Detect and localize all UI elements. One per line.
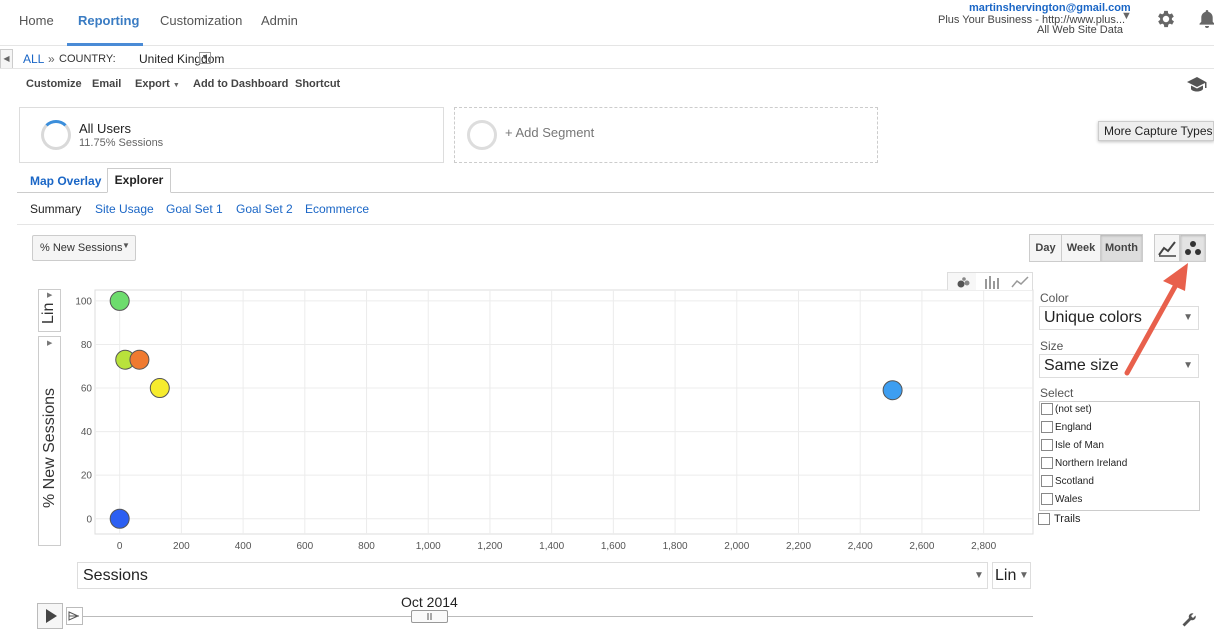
x-scale-caret-icon: ▼: [1019, 570, 1029, 581]
data-point[interactable]: [882, 380, 903, 401]
x-tick-label: 1,200: [477, 541, 502, 552]
speed-icon: [68, 611, 80, 621]
x-tick-label: 200: [173, 541, 190, 552]
y-tick-label: 20: [81, 471, 93, 482]
data-point[interactable]: [109, 508, 130, 529]
y-tick-label: 40: [81, 427, 93, 438]
checkbox[interactable]: [1041, 439, 1053, 452]
line-trend-icon: [1011, 276, 1029, 288]
annotation-arrow: [1124, 263, 1188, 376]
x-tick-label: 2,600: [909, 541, 934, 552]
timeline-handle[interactable]: [411, 610, 448, 623]
x-tick-label: 1,600: [601, 541, 626, 552]
select-label: Select: [1040, 386, 1074, 400]
y-tick-label: 60: [81, 384, 93, 395]
x-tick-label: 800: [358, 541, 375, 552]
option-label: England: [1055, 422, 1092, 433]
y-tick-label: 0: [86, 514, 92, 525]
select-option[interactable]: Isle of Man: [1041, 438, 1104, 454]
data-point[interactable]: [109, 290, 130, 311]
bubble-chart-icon: [957, 277, 970, 288]
y-tick-label: 80: [81, 340, 93, 351]
y-tick-label: 100: [75, 296, 92, 307]
checkbox[interactable]: [1041, 475, 1053, 488]
checkbox[interactable]: [1041, 421, 1053, 434]
option-label: Scotland: [1055, 476, 1094, 487]
plot-area: [94, 289, 1034, 535]
option-label: Isle of Man: [1055, 440, 1104, 451]
data-point[interactable]: [149, 378, 170, 399]
option-label: Northern Ireland: [1055, 458, 1128, 469]
select-option[interactable]: (not set): [1041, 402, 1092, 418]
checkbox[interactable]: [1041, 457, 1053, 470]
chart-type-tabs: [947, 272, 1033, 290]
option-label: (not set): [1055, 404, 1092, 415]
x-tick-label: 2,200: [786, 541, 811, 552]
x-metric-select[interactable]: Sessions: [77, 562, 988, 589]
x-tick-label: 2,000: [724, 541, 749, 552]
color-label: Color: [1040, 291, 1069, 305]
trails-label: Trails: [1054, 513, 1081, 525]
y-axis-title: % New Sessions: [41, 387, 58, 509]
x-metric-caret-icon: ▼: [974, 570, 984, 581]
bar-chart-icon: [985, 276, 999, 289]
x-tick-label: 600: [296, 541, 313, 552]
select-option[interactable]: Wales: [1041, 492, 1082, 508]
checkbox[interactable]: [1041, 403, 1053, 416]
bar-tab[interactable]: [977, 273, 1005, 290]
size-select-value: Same size: [1044, 357, 1119, 374]
size-label: Size: [1040, 339, 1064, 353]
timeline-date: Oct 2014: [401, 594, 458, 610]
x-tick-label: 1,000: [416, 541, 441, 552]
motion-chart: 0 200 400 600 800 1,000 1,200 1,400 1,600 1,800 2,…: [75, 289, 1034, 552]
bubble-tab[interactable]: [948, 273, 976, 290]
select-option[interactable]: Scotland: [1041, 474, 1094, 490]
x-tick-label: 2,800: [971, 541, 996, 552]
trails-checkbox[interactable]: [1038, 513, 1050, 526]
line-tab[interactable]: [1005, 273, 1033, 290]
x-tick-label: 400: [235, 541, 252, 552]
y-scale-label: Lin: [40, 302, 57, 324]
x-tick-label: 0: [117, 541, 123, 552]
x-tick-label: 1,400: [539, 541, 564, 552]
x-tick-label: 2,400: [848, 541, 873, 552]
data-point[interactable]: [129, 349, 150, 370]
x-tick-label: 1,800: [663, 541, 688, 552]
select-option[interactable]: Northern Ireland: [1041, 456, 1127, 472]
option-label: Wales: [1055, 494, 1083, 505]
checkbox[interactable]: [1041, 493, 1053, 506]
wrench-icon[interactable]: [1181, 612, 1197, 628]
speed-control[interactable]: [66, 607, 83, 625]
trails-toggle[interactable]: Trails: [1038, 513, 1081, 526]
y-metric-arrow-icon: ▶: [47, 340, 53, 347]
play-button[interactable]: [37, 603, 63, 629]
timeline-track: [83, 616, 1033, 617]
play-icon: [46, 609, 57, 623]
grip-icon: [427, 613, 432, 620]
select-option[interactable]: England: [1041, 420, 1092, 436]
